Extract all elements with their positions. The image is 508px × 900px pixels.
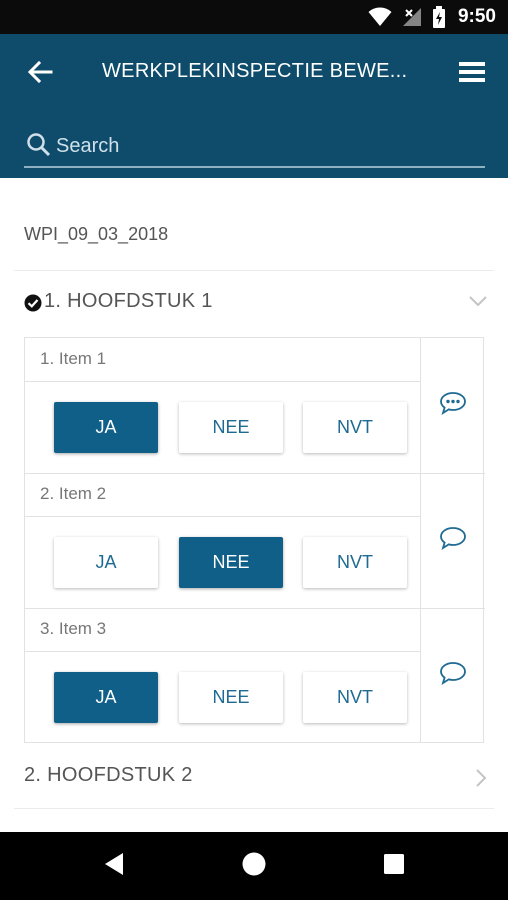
answer-nvt-button[interactable]: NVT xyxy=(303,537,407,588)
status-bar: 9:50 xyxy=(0,0,508,34)
item-label-row: 2. Item 2 xyxy=(25,473,420,517)
comment-dots-icon xyxy=(439,391,467,420)
answer-nvt-button[interactable]: NVT xyxy=(303,672,407,723)
answer-nvt-button[interactable]: NVT xyxy=(303,402,407,453)
chapter-header-2[interactable]: 2. HOOFDSTUK 2 xyxy=(0,752,508,802)
item-label: 2. Item 2 xyxy=(40,484,107,503)
nav-recent-square-icon xyxy=(382,852,406,881)
item-label-row: 3. Item 3 xyxy=(25,608,420,652)
comment-column xyxy=(420,338,485,743)
system-nav-bar xyxy=(0,832,508,900)
battery-charging-icon xyxy=(432,6,446,28)
answer-nee-button[interactable]: NEE xyxy=(179,402,283,453)
check-circle-icon xyxy=(24,294,42,317)
nav-back-button[interactable] xyxy=(96,850,132,882)
arrow-back-icon xyxy=(27,60,53,89)
nav-home-button[interactable] xyxy=(236,850,272,882)
chapter-title: 1. HOOFDSTUK 1 xyxy=(44,290,213,312)
nav-back-triangle-icon xyxy=(103,851,125,882)
answer-options: JA NEE NVT xyxy=(25,652,420,743)
answer-ja-button[interactable]: JA xyxy=(54,672,158,723)
page-title: WERKPLEKINSPECTIE BEWE... xyxy=(102,60,408,82)
app-header: WERKPLEKINSPECTIE BEWE... xyxy=(0,34,508,178)
chapter-header-1[interactable]: 1. HOOFDSTUK 1 xyxy=(0,278,508,328)
comment-button[interactable] xyxy=(421,473,485,608)
item-label: 1. Item 1 xyxy=(40,349,107,368)
nav-recent-button[interactable] xyxy=(376,850,412,882)
status-time: 9:50 xyxy=(457,6,496,27)
chapter-title: 2. HOOFDSTUK 2 xyxy=(24,764,193,786)
inspection-name: WPI_09_03_2018 xyxy=(24,224,169,244)
back-button[interactable] xyxy=(22,56,58,92)
hamburger-menu-icon xyxy=(459,61,485,88)
search-icon xyxy=(26,132,52,163)
list-item: 3. Item 3 JA NEE NVT xyxy=(25,608,420,743)
wifi-icon xyxy=(368,7,392,27)
answer-options: JA NEE NVT xyxy=(25,382,420,473)
comment-icon xyxy=(439,526,467,555)
answer-nee-button[interactable]: NEE xyxy=(179,537,283,588)
answer-options: JA NEE NVT xyxy=(25,517,420,608)
list-item: 1. Item 1 JA NEE NVT xyxy=(25,338,420,473)
divider xyxy=(14,270,494,271)
answer-ja-button[interactable]: JA xyxy=(54,402,158,453)
comment-icon xyxy=(439,661,467,690)
answer-ja-button[interactable]: JA xyxy=(54,537,158,588)
search-input[interactable] xyxy=(56,132,476,160)
answer-nee-button[interactable]: NEE xyxy=(179,672,283,723)
item-label-row: 1. Item 1 xyxy=(25,338,420,382)
items-table: 1. Item 1 JA NEE NVT 2. Item 2 JA NEE NV… xyxy=(24,337,485,743)
chevron-right-icon xyxy=(474,768,488,793)
search-bar xyxy=(24,128,485,168)
signal-icon xyxy=(402,7,422,27)
comment-button[interactable] xyxy=(421,338,485,473)
status-icons: 9:50 xyxy=(368,0,496,34)
comment-button[interactable] xyxy=(421,608,485,743)
menu-button[interactable] xyxy=(456,58,488,90)
chevron-down-icon xyxy=(468,294,488,313)
divider xyxy=(14,808,494,809)
nav-home-circle-icon xyxy=(241,851,267,882)
item-label: 3. Item 3 xyxy=(40,619,107,638)
inspection-content: WPI_09_03_2018 1. HOOFDSTUK 1 1. Item 1 … xyxy=(0,178,508,832)
list-item: 2. Item 2 JA NEE NVT xyxy=(25,473,420,608)
